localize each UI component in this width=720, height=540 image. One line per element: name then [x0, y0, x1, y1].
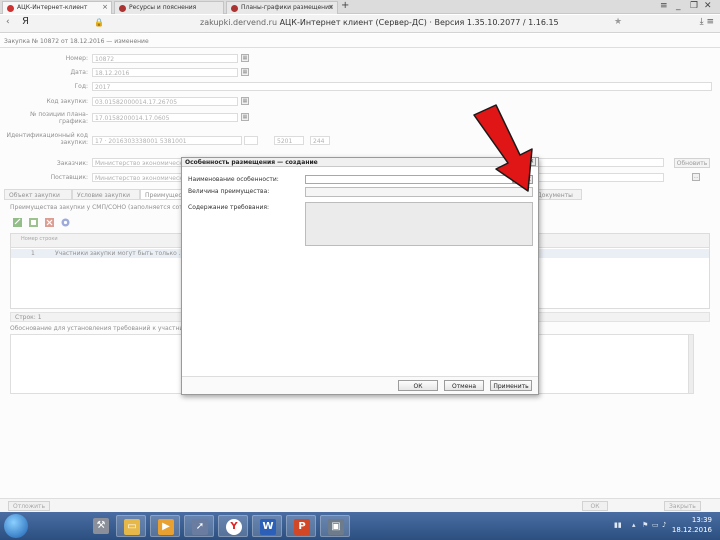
taskbar-app-explorer-pinned[interactable]: ⚒ [86, 515, 116, 537]
browser-tab-bar: АЦК-Интернет-клиент × Ресурсы и пояснени… [0, 0, 720, 14]
close-window-icon[interactable]: ✕ [704, 1, 712, 11]
app-icon: ▣ [328, 519, 344, 535]
network-icon[interactable]: ▮▮ [614, 521, 622, 529]
monitor-icon[interactable]: ▭ [652, 521, 659, 529]
taskbar-app-explorer[interactable]: ▭ [116, 515, 146, 537]
url-domain: zakupki.dervend.ru [200, 18, 278, 27]
clock-time: 13:39 [691, 516, 712, 524]
star-icon[interactable]: ★ [614, 17, 622, 27]
cancel-button[interactable]: Отмена [444, 380, 484, 391]
favicon-icon [231, 5, 238, 12]
volume-icon[interactable]: ♪ [662, 521, 666, 529]
tools-icon: ⚒ [93, 518, 109, 534]
start-button[interactable] [4, 514, 28, 538]
apply-button[interactable]: Применить [490, 380, 532, 391]
yandex-logo[interactable]: Я [22, 16, 29, 27]
flag-icon[interactable]: ⚑ [642, 521, 648, 529]
taskbar-app-media[interactable]: ▶ [150, 515, 180, 537]
taskbar-app-arrow[interactable]: ➚ [184, 515, 214, 537]
browser-tab-plans[interactable]: Планы-графики размещения × [226, 1, 338, 14]
arrow-up-icon[interactable]: ▴ [632, 521, 636, 529]
field-label-preference-amount: Величина преимущества: [188, 188, 270, 195]
url-field[interactable]: zakupki.dervend.ru АЦК-Интернет клиент (… [200, 18, 559, 27]
restore-icon[interactable]: ❐ [690, 1, 698, 11]
arrow-shape [473, 104, 533, 192]
red-arrow-annotation [473, 104, 533, 192]
minimize-icon[interactable]: _ [676, 1, 681, 11]
word-icon: W [260, 519, 276, 535]
tab-close-icon[interactable]: × [328, 3, 334, 11]
cursor-icon: ➚ [192, 519, 208, 535]
taskbar-app-powerpoint[interactable]: P [286, 515, 316, 537]
address-bar: ‹ Я 🔒 zakupki.dervend.ru АЦК-Интернет кл… [0, 15, 720, 33]
windows-taskbar: ⚒ ▭ ▶ ➚ Y W P ▣ ▮▮ ▴ ⚑ ▭ ♪ 13:39 18.12.2… [0, 512, 720, 540]
clock-date: 18.12.2016 [671, 526, 712, 534]
ok-button[interactable]: ОК [398, 380, 438, 391]
favicon-icon [119, 5, 126, 12]
back-arrow-icon[interactable]: ‹ [6, 17, 10, 27]
tab-label: Ресурсы и пояснения [129, 4, 197, 11]
yandex-icon: Y [226, 519, 242, 535]
taskbar-app-yandex[interactable]: Y [218, 515, 248, 537]
field-label-preference-name: Наименование особенности: [188, 176, 279, 183]
field-label-requirement: Содержание требования: [188, 204, 270, 211]
tab-label: Планы-графики размещения [241, 4, 333, 11]
dialog-footer: ОК Отмена Применить [182, 376, 538, 394]
folder-icon: ▭ [124, 519, 140, 535]
tab-label: АЦК-Интернет-клиент [17, 4, 88, 11]
powerpoint-icon: P [294, 519, 310, 535]
requirement-textarea[interactable] [305, 202, 533, 246]
favicon-icon [7, 5, 14, 12]
browser-tab-resources[interactable]: Ресурсы и пояснения [114, 1, 224, 14]
system-tray: ▮▮ ▴ ⚑ ▭ ♪ 13:39 18.12.2016 [610, 512, 720, 540]
taskbar-app-other[interactable]: ▣ [320, 515, 350, 537]
url-page-title: АЦК-Интернет клиент (Сервер-ДС) · Версия… [279, 18, 559, 27]
media-icon: ▶ [158, 519, 174, 535]
clock[interactable]: 13:39 18.12.2016 [672, 515, 712, 535]
download-icon[interactable]: ⤓ ≡ [700, 17, 714, 27]
menu-icon[interactable]: ≡ [660, 1, 668, 11]
browser-tab-acc[interactable]: АЦК-Интернет-клиент × [2, 1, 112, 14]
lock-icon[interactable]: 🔒 [94, 18, 104, 27]
taskbar-app-word[interactable]: W [252, 515, 282, 537]
tab-close-icon[interactable]: × [102, 3, 108, 11]
new-tab-button[interactable]: + [341, 0, 349, 11]
